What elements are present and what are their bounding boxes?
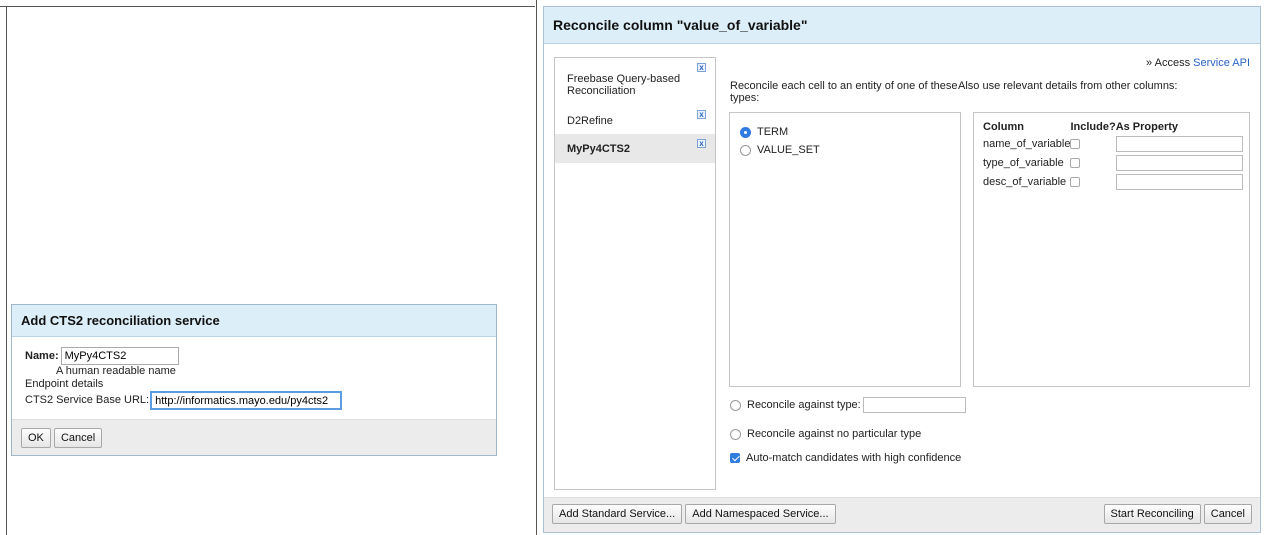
endpoint-details-label: Endpoint details: [25, 378, 104, 390]
url-label: CTS2 Service Base URL:: [25, 394, 150, 406]
columns-table: Column Include? As Property name_of_vari…: [983, 121, 1243, 191]
automatch-row: Auto-match candidates with high confiden…: [730, 449, 961, 467]
table-row: type_of_variable: [983, 153, 1243, 172]
cancel-button[interactable]: Cancel: [53, 428, 103, 448]
column-header: Column: [983, 121, 1024, 133]
types-label: Reconcile each cell to an entity of one …: [730, 80, 958, 104]
column-name: desc_of_variable: [983, 175, 1067, 188]
cts2-dialog-body: Name: A human readable name Endpoint det…: [12, 337, 496, 420]
service-name-input[interactable]: [60, 347, 179, 365]
add-namespaced-service-button[interactable]: Add Namespaced Service...: [685, 504, 836, 524]
service-item-d2refine[interactable]: D2Refine x: [555, 108, 715, 134]
url-row: CTS2 Service Base URL:: [25, 391, 483, 410]
radio-icon[interactable]: [740, 144, 751, 156]
against-none-row: Reconcile against no particular type: [730, 425, 921, 443]
columns-panel: Column Include? As Property name_of_vari…: [973, 112, 1250, 387]
table-row: name_of_variable: [983, 134, 1243, 153]
cancel-button[interactable]: Cancel: [1203, 504, 1252, 524]
footer-right-actions: Start Reconciling Cancel: [1103, 504, 1252, 524]
type-label: TERM: [757, 126, 789, 138]
against-type-radio[interactable]: [730, 399, 741, 411]
service-label: MyPy4CTS2: [567, 143, 630, 155]
columns-header-row: Column Include? As Property: [983, 121, 1243, 134]
service-api-link[interactable]: Service API: [1193, 57, 1250, 69]
name-hint: A human readable name: [56, 365, 176, 377]
service-list: Freebase Query-based Reconciliation x D2…: [554, 57, 716, 490]
cts2-dialog-footer: OK Cancel: [12, 419, 496, 455]
cts2-dialog-title: Add CTS2 reconciliation service: [12, 305, 496, 337]
left-panel-left-border: [6, 6, 7, 535]
against-none-radio[interactable]: [730, 428, 741, 440]
reconcile-column-dialog: Reconcile column "value_of_variable" » A…: [543, 6, 1261, 533]
automatch-checkbox[interactable]: [730, 453, 740, 463]
include-checkbox[interactable]: [1070, 138, 1081, 149]
include-header: Include?: [1070, 121, 1116, 133]
types-list: TERM VALUE_SET: [729, 112, 961, 387]
start-reconciling-button[interactable]: Start Reconciling: [1103, 504, 1201, 524]
type-label: VALUE_SET: [757, 144, 820, 156]
column-name: type_of_variable: [983, 156, 1064, 169]
access-prefix: » Access: [1146, 57, 1191, 69]
against-none-label: Reconcile against no particular type: [747, 428, 922, 440]
against-type-input[interactable]: [862, 397, 966, 413]
add-standard-service-button[interactable]: Add Standard Service...: [552, 504, 683, 524]
type-option-term[interactable]: TERM: [740, 123, 951, 141]
property-input[interactable]: [1115, 154, 1243, 171]
reconcile-dialog-title: Reconcile column "value_of_variable": [544, 7, 1260, 44]
against-type-row: Reconcile against type:: [730, 397, 966, 413]
other-columns-label: Also use relevant details from other col…: [958, 80, 1178, 92]
left-panel-top-border: [0, 6, 535, 7]
type-option-value-set[interactable]: VALUE_SET: [740, 141, 951, 159]
ok-button[interactable]: OK: [21, 428, 51, 448]
service-label: Freebase Query-based Reconciliation: [567, 73, 681, 97]
include-checkbox[interactable]: [1070, 157, 1081, 168]
include-checkbox[interactable]: [1070, 176, 1081, 187]
service-item-freebase[interactable]: Freebase Query-based Reconciliation x: [555, 58, 715, 108]
property-input[interactable]: [1115, 173, 1243, 190]
radio-selected-icon[interactable]: [740, 126, 751, 138]
reconcile-dialog-footer: Add Standard Service... Add Namespaced S…: [544, 497, 1260, 532]
remove-service-icon[interactable]: x: [697, 139, 706, 148]
name-row: Name:: [25, 347, 483, 365]
service-item-mypy4cts2[interactable]: MyPy4CTS2 x: [555, 134, 715, 163]
panel-divider: [536, 0, 537, 535]
property-header: As Property: [1115, 121, 1179, 133]
column-name: name_of_variable: [983, 137, 1071, 150]
add-cts2-service-dialog: Add CTS2 reconciliation service Name: A …: [11, 304, 497, 456]
remove-service-icon[interactable]: x: [697, 110, 706, 119]
name-label: Name:: [25, 349, 59, 362]
automatch-label: Auto-match candidates with high confiden…: [746, 452, 962, 464]
service-label: D2Refine: [567, 115, 613, 127]
table-row: desc_of_variable: [983, 172, 1243, 191]
access-service-api: » Access Service API: [1146, 57, 1250, 69]
property-input[interactable]: [1115, 135, 1243, 152]
remove-service-icon[interactable]: x: [697, 63, 706, 72]
service-url-input[interactable]: [150, 391, 343, 410]
against-type-label: Reconcile against type:: [747, 399, 861, 411]
